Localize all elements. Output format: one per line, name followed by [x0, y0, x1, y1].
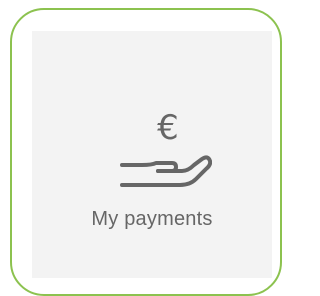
svg-text:€: € [157, 108, 179, 148]
tile-body: € My payments [32, 31, 272, 278]
hand-euro-icon: € [120, 108, 212, 187]
my-payments-tile[interactable]: € My payments [10, 8, 282, 296]
tile-label: My payments [91, 208, 213, 230]
